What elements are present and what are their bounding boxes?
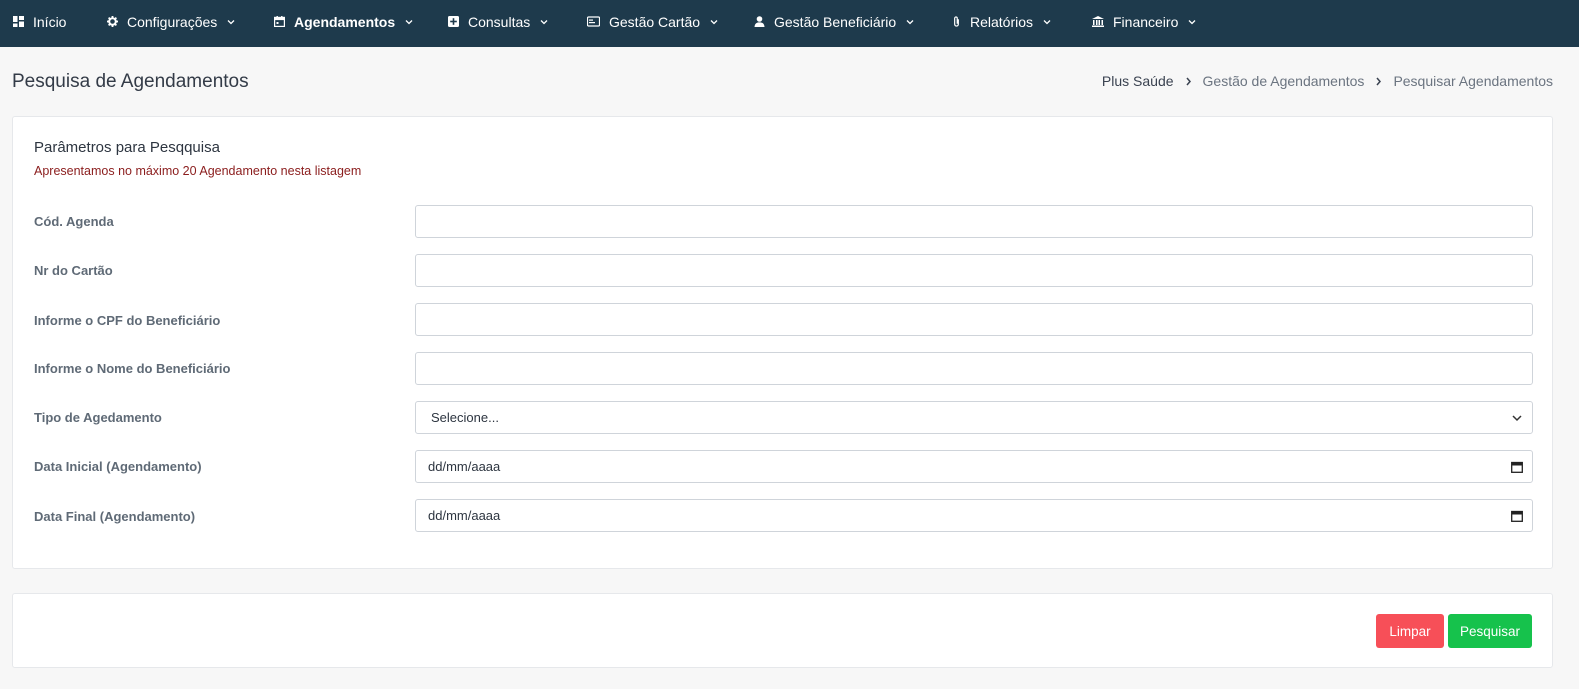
cpf-input[interactable] xyxy=(415,303,1533,336)
bank-icon xyxy=(1092,16,1104,27)
data-final-input[interactable]: dd/mm/aaaa xyxy=(415,499,1533,532)
chevron-down-icon xyxy=(405,19,413,24)
cod-agenda-label: Cód. Agenda xyxy=(34,214,114,229)
nav-item-label: Início xyxy=(33,13,67,30)
params-title: Parâmetros para Pesqquisa xyxy=(34,139,220,156)
actions-card: Limpar Pesquisar xyxy=(12,593,1553,668)
tipo-agendamento-select[interactable]: Selecione... xyxy=(415,401,1533,434)
search-button[interactable]: Pesquisar xyxy=(1448,614,1532,648)
nav-item-consultas[interactable]: Consultas xyxy=(448,0,548,43)
nav-item-gestao-cartao[interactable]: Gestão Cartão xyxy=(587,0,718,43)
calendar-icon[interactable] xyxy=(1511,510,1523,522)
data-final-label: Data Final (Agendamento) xyxy=(34,509,196,524)
breadcrumb-item-home[interactable]: Plus Saúde xyxy=(1102,73,1174,89)
chevron-down-icon xyxy=(710,19,718,24)
params-subtitle: Apresentamos no máximo 20 Agendamento ne… xyxy=(34,164,362,178)
plus-square-icon xyxy=(448,16,459,27)
user-icon xyxy=(754,16,765,27)
data-inicial-label: Data Inicial (Agendamento) xyxy=(34,459,202,474)
tipo-agendamento-value: Selecione... xyxy=(431,410,499,425)
clear-button[interactable]: Limpar xyxy=(1376,614,1444,648)
chevron-down-icon xyxy=(1043,19,1051,24)
nav-item-configuracoes[interactable]: Configurações xyxy=(107,0,235,43)
nav-item-label: Consultas xyxy=(468,13,531,30)
chevron-right-icon xyxy=(1376,77,1382,85)
page-title: Pesquisa de Agendamentos xyxy=(12,71,249,92)
nav-item-label: Gestão Cartão xyxy=(609,13,701,30)
chevron-right-icon xyxy=(1185,77,1191,85)
tipo-agendamento-label: Tipo de Agedamento xyxy=(34,410,162,425)
chevron-down-icon xyxy=(906,19,914,24)
nav-item-label: Relatórios xyxy=(970,13,1034,30)
nav-item-inicio[interactable]: Início xyxy=(13,0,66,43)
card-icon xyxy=(587,16,600,27)
nav-item-label: Agendamentos xyxy=(294,13,396,30)
nav-item-financeiro[interactable]: Financeiro xyxy=(1092,0,1196,43)
data-inicial-input[interactable]: dd/mm/aaaa xyxy=(415,450,1533,483)
chevron-down-icon xyxy=(540,19,548,24)
nav-item-label: Financeiro xyxy=(1113,13,1179,30)
chevron-down-icon xyxy=(1188,19,1196,24)
calendar-icon[interactable] xyxy=(1511,461,1523,473)
chevron-down-icon xyxy=(1512,415,1522,422)
search-params-card: Parâmetros para Pesqquisa Apresentamos n… xyxy=(12,116,1553,569)
cpf-label: Informe o CPF do Beneficiário xyxy=(34,313,221,328)
nav-item-gestao-beneficiario[interactable]: Gestão Beneficiário xyxy=(754,0,914,43)
paperclip-icon xyxy=(954,16,959,27)
breadcrumb-item-gestao[interactable]: Gestão de Agendamentos xyxy=(1203,73,1365,89)
breadcrumb: Plus Saúde Gestão de Agendamentos Pesqui… xyxy=(1102,73,1553,89)
nav-item-relatorios[interactable]: Relatórios xyxy=(952,0,1051,43)
top-navbar: Início Configurações Agendamentos Consul… xyxy=(0,0,1579,47)
breadcrumb-item-current: Pesquisar Agendamentos xyxy=(1393,73,1553,89)
nav-item-label: Gestão Beneficiário xyxy=(774,13,897,30)
nr-cartao-input[interactable] xyxy=(415,254,1533,287)
cod-agenda-input[interactable] xyxy=(415,205,1533,238)
nome-label: Informe o Nome do Beneficiário xyxy=(34,361,231,376)
nome-input[interactable] xyxy=(415,352,1533,385)
nr-cartao-label: Nr do Cartão xyxy=(34,263,113,278)
data-final-value: dd/mm/aaaa xyxy=(428,508,501,523)
gear-icon xyxy=(107,16,118,27)
chevron-down-icon xyxy=(227,19,235,24)
grid-icon xyxy=(13,16,24,27)
calendar-icon xyxy=(274,16,285,27)
nav-item-agendamentos[interactable]: Agendamentos xyxy=(274,0,413,43)
nav-item-label: Configurações xyxy=(127,13,218,30)
data-inicial-value: dd/mm/aaaa xyxy=(428,459,501,474)
